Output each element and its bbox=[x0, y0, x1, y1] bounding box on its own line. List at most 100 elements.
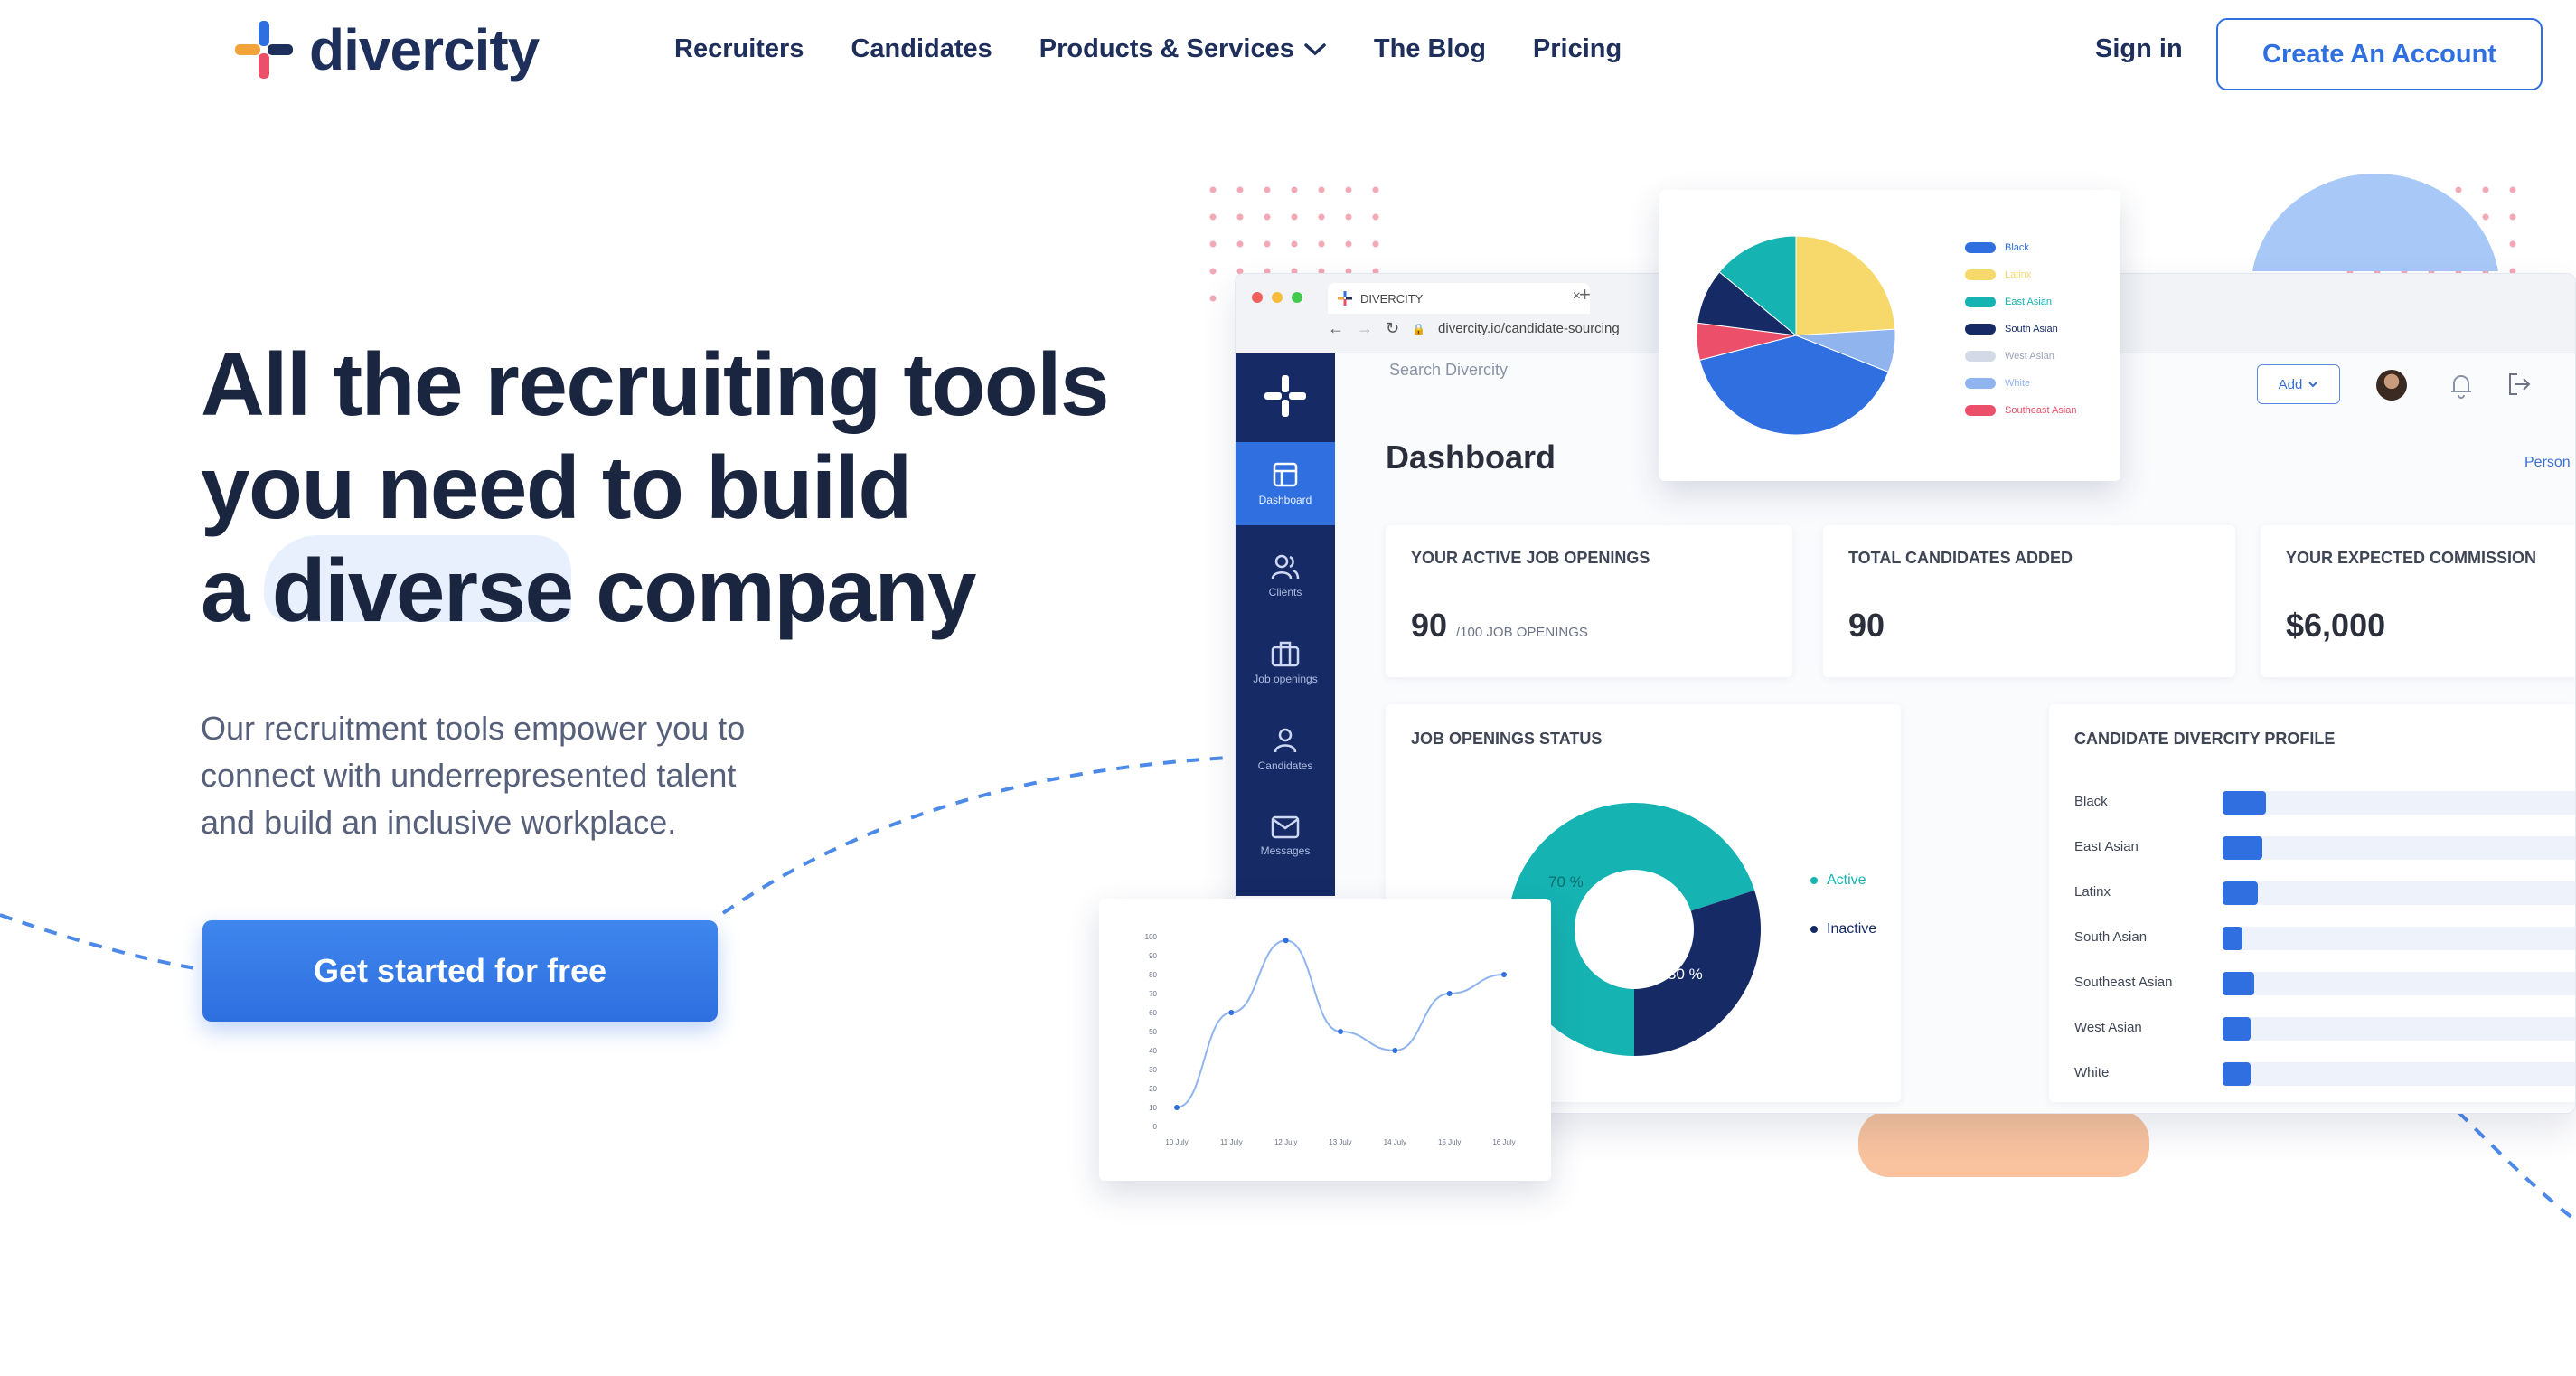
deco-dot bbox=[1318, 213, 1325, 221]
legend-dot bbox=[1810, 926, 1818, 933]
nav-candidates[interactable]: Candidates bbox=[851, 34, 992, 64]
sidebar-item-dashboard[interactable]: Dashboard bbox=[1236, 442, 1335, 525]
bar-fill bbox=[2223, 836, 2262, 860]
pie-legend-item: South Asian bbox=[1965, 324, 2058, 335]
reload-icon[interactable]: ↻ bbox=[1386, 319, 1399, 338]
line-point bbox=[1446, 991, 1453, 996]
chevron-down-icon bbox=[1304, 42, 1326, 55]
add-button[interactable]: Add bbox=[2257, 364, 2340, 404]
deco-dot bbox=[1318, 186, 1325, 193]
donut-label-inactive: 30 % bbox=[1668, 966, 1703, 983]
user-icon bbox=[1274, 728, 1297, 753]
logo-text: divercity bbox=[309, 17, 540, 82]
deco-dot bbox=[2455, 240, 2462, 248]
stat-sub: /100 JOB OPENINGS bbox=[1456, 625, 1588, 640]
bell-icon[interactable] bbox=[2449, 372, 2474, 399]
sidebar-item-messages[interactable]: Messages bbox=[1236, 795, 1335, 878]
logout-icon[interactable] bbox=[2506, 372, 2532, 397]
hero-title-line-2: you need to build bbox=[201, 438, 912, 537]
add-button-label: Add bbox=[2278, 376, 2303, 392]
profile-bar-row: South Asian bbox=[2074, 927, 2575, 950]
diversity-pie-chart bbox=[1696, 235, 1896, 436]
bar-track bbox=[2223, 791, 2575, 815]
profile-bar-row: Latinx bbox=[2074, 881, 2575, 905]
nav-blog[interactable]: The Blog bbox=[1374, 34, 1486, 64]
hero-subtitle: Our recruitment tools empower you to con… bbox=[201, 710, 746, 841]
bar-fill bbox=[2223, 791, 2266, 815]
stat-value: 90/100 JOB OPENINGS bbox=[1411, 607, 1588, 645]
deco-dot bbox=[2428, 213, 2435, 221]
line-point bbox=[1283, 938, 1289, 944]
deco-dot bbox=[1236, 240, 1244, 248]
hero-title-line-3a: a bbox=[201, 541, 272, 640]
sidebar-item-candidates[interactable]: Candidates bbox=[1236, 708, 1335, 791]
deco-dot bbox=[1236, 213, 1244, 221]
tab-favicon-icon bbox=[1338, 291, 1352, 306]
person-link[interactable]: Person bbox=[2524, 455, 2571, 471]
logo[interactable]: divercity bbox=[233, 16, 540, 83]
deco-dot bbox=[2374, 213, 2381, 221]
deco-dot bbox=[1264, 186, 1271, 193]
legend-swatch bbox=[1965, 351, 1996, 362]
avatar[interactable] bbox=[2376, 370, 2407, 401]
line-point bbox=[1174, 1105, 1180, 1110]
sidebar-item-label: Messages bbox=[1260, 844, 1311, 857]
nav-products-services[interactable]: Products & Services bbox=[1039, 34, 1327, 64]
main-nav: Recruiters Candidates Products & Service… bbox=[674, 34, 1622, 64]
back-icon[interactable]: ← bbox=[1328, 319, 1344, 338]
legend-label: Southeast Asian bbox=[2005, 405, 2077, 416]
deco-dot bbox=[2401, 186, 2408, 193]
deco-dot bbox=[1345, 186, 1352, 193]
pie-legend-item: West Asian bbox=[1965, 351, 2054, 362]
pie-legend-item: East Asian bbox=[1965, 297, 2052, 307]
sign-in-link[interactable]: Sign in bbox=[2095, 34, 2183, 64]
new-tab-icon[interactable]: + bbox=[1579, 283, 1591, 306]
minimize-dot bbox=[1272, 292, 1283, 303]
legend-swatch bbox=[1965, 242, 1996, 253]
deco-dot bbox=[2346, 240, 2354, 248]
nav-pricing[interactable]: Pricing bbox=[1533, 34, 1622, 64]
users-icon bbox=[1271, 554, 1300, 580]
dashboard-search-input[interactable]: Search Divercity bbox=[1389, 361, 1508, 380]
deco-dot bbox=[1264, 240, 1271, 248]
mail-icon bbox=[1271, 815, 1300, 839]
bar-label: Latinx bbox=[2074, 884, 2111, 900]
deco-dot bbox=[2482, 240, 2489, 248]
sidebar-item-clients[interactable]: Clients bbox=[1236, 534, 1335, 617]
sidebar-item-job-openings[interactable]: Job openings bbox=[1236, 621, 1335, 704]
forward-icon[interactable]: → bbox=[1357, 319, 1373, 338]
bar-track bbox=[2223, 881, 2575, 905]
create-account-button[interactable]: Create An Account bbox=[2216, 18, 2543, 90]
get-started-button[interactable]: Get started for free bbox=[202, 920, 718, 1022]
bar-label: West Asian bbox=[2074, 1020, 2142, 1035]
address-bar[interactable]: ← → ↻ 🔒 divercity.io/candidate-sourcing bbox=[1328, 319, 1620, 338]
y-tick-label: 60 bbox=[1149, 1009, 1157, 1017]
browser-tab[interactable]: DIVERCITY × bbox=[1328, 283, 1590, 314]
y-tick-label: 30 bbox=[1149, 1066, 1157, 1074]
pie-slice-latinx bbox=[1795, 235, 1896, 336]
deco-dot bbox=[1345, 240, 1352, 248]
deco-dot bbox=[1209, 213, 1217, 221]
deco-dot bbox=[2482, 186, 2489, 193]
stat-card-expected-commission: YOUR EXPECTED COMMISSION $6,000 bbox=[2261, 525, 2575, 677]
stat-label: TOTAL CANDIDATES ADDED bbox=[1848, 549, 2073, 567]
x-tick-label: 14 July bbox=[1384, 1138, 1406, 1146]
bar-label: East Asian bbox=[2074, 839, 2139, 854]
legend-active: Active bbox=[1810, 872, 1866, 889]
window-controls bbox=[1252, 292, 1302, 303]
nav-recruiters[interactable]: Recruiters bbox=[674, 34, 804, 64]
sidebar-item-label: Job openings bbox=[1253, 673, 1318, 685]
bar-fill bbox=[2223, 1017, 2251, 1041]
hero-title: All the recruiting tools you need to bui… bbox=[201, 333, 1213, 642]
profile-bar-row: Southeast Asian bbox=[2074, 972, 2575, 995]
legend-swatch bbox=[1965, 405, 1996, 416]
deco-dot bbox=[2346, 213, 2354, 221]
url-text: divercity.io/candidate-sourcing bbox=[1438, 321, 1620, 336]
bar-track bbox=[2223, 927, 2575, 950]
dashboard-icon bbox=[1273, 462, 1298, 487]
maximize-dot bbox=[1292, 292, 1302, 303]
deco-dot bbox=[2482, 213, 2489, 221]
deco-dot bbox=[1372, 240, 1379, 248]
bar-track bbox=[2223, 972, 2575, 995]
x-tick-label: 13 July bbox=[1329, 1138, 1351, 1146]
